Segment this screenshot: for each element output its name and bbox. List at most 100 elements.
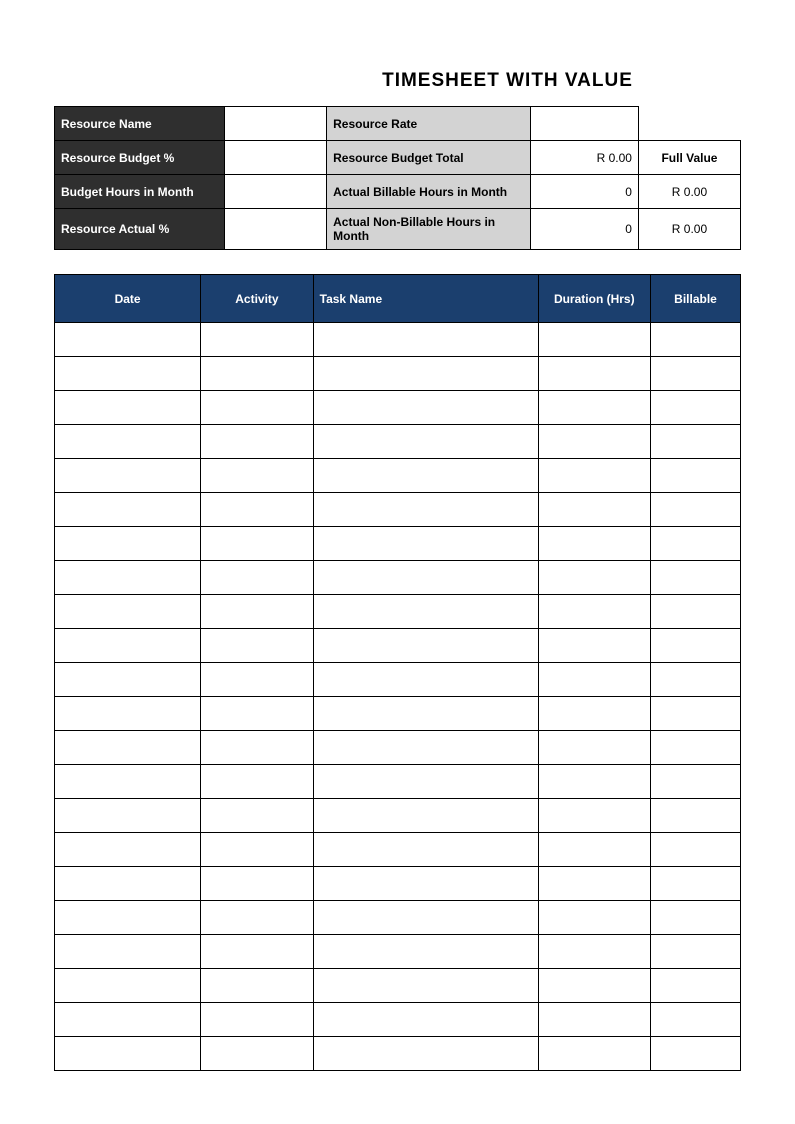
cell-date[interactable] <box>55 697 201 731</box>
cell-activity[interactable] <box>201 663 313 697</box>
cell-duration[interactable] <box>538 1037 650 1071</box>
value-budget-hours[interactable] <box>225 175 327 209</box>
cell-task[interactable] <box>313 697 538 731</box>
cell-date[interactable] <box>55 1003 201 1037</box>
cell-task[interactable] <box>313 391 538 425</box>
cell-task[interactable] <box>313 459 538 493</box>
cell-duration[interactable] <box>538 935 650 969</box>
cell-task[interactable] <box>313 323 538 357</box>
cell-date[interactable] <box>55 731 201 765</box>
cell-duration[interactable] <box>538 969 650 1003</box>
cell-task[interactable] <box>313 425 538 459</box>
cell-date[interactable] <box>55 867 201 901</box>
cell-task[interactable] <box>313 629 538 663</box>
cell-duration[interactable] <box>538 833 650 867</box>
cell-activity[interactable] <box>201 595 313 629</box>
cell-duration[interactable] <box>538 765 650 799</box>
cell-task[interactable] <box>313 765 538 799</box>
cell-duration[interactable] <box>538 425 650 459</box>
cell-task[interactable] <box>313 527 538 561</box>
cell-task[interactable] <box>313 493 538 527</box>
cell-activity[interactable] <box>201 833 313 867</box>
cell-billable[interactable] <box>651 561 741 595</box>
cell-billable[interactable] <box>651 969 741 1003</box>
value-resource-name[interactable] <box>225 107 327 141</box>
cell-date[interactable] <box>55 629 201 663</box>
cell-duration[interactable] <box>538 1003 650 1037</box>
cell-date[interactable] <box>55 969 201 1003</box>
cell-billable[interactable] <box>651 323 741 357</box>
cell-date[interactable] <box>55 527 201 561</box>
cell-billable[interactable] <box>651 697 741 731</box>
cell-date[interactable] <box>55 1037 201 1071</box>
cell-activity[interactable] <box>201 459 313 493</box>
cell-billable[interactable] <box>651 357 741 391</box>
cell-date[interactable] <box>55 935 201 969</box>
cell-date[interactable] <box>55 425 201 459</box>
cell-billable[interactable] <box>651 493 741 527</box>
cell-billable[interactable] <box>651 765 741 799</box>
cell-task[interactable] <box>313 901 538 935</box>
value-resource-budget-pct[interactable] <box>225 141 327 175</box>
cell-date[interactable] <box>55 595 201 629</box>
cell-duration[interactable] <box>538 357 650 391</box>
cell-duration[interactable] <box>538 459 650 493</box>
cell-task[interactable] <box>313 1037 538 1071</box>
cell-duration[interactable] <box>538 663 650 697</box>
cell-billable[interactable] <box>651 1003 741 1037</box>
cell-date[interactable] <box>55 357 201 391</box>
cell-billable[interactable] <box>651 459 741 493</box>
cell-duration[interactable] <box>538 323 650 357</box>
cell-activity[interactable] <box>201 527 313 561</box>
cell-activity[interactable] <box>201 969 313 1003</box>
cell-activity[interactable] <box>201 867 313 901</box>
cell-billable[interactable] <box>651 833 741 867</box>
cell-date[interactable] <box>55 493 201 527</box>
cell-duration[interactable] <box>538 493 650 527</box>
cell-activity[interactable] <box>201 425 313 459</box>
cell-task[interactable] <box>313 969 538 1003</box>
cell-duration[interactable] <box>538 799 650 833</box>
cell-billable[interactable] <box>651 1037 741 1071</box>
cell-activity[interactable] <box>201 765 313 799</box>
cell-date[interactable] <box>55 459 201 493</box>
cell-activity[interactable] <box>201 561 313 595</box>
cell-date[interactable] <box>55 901 201 935</box>
cell-duration[interactable] <box>538 867 650 901</box>
cell-activity[interactable] <box>201 697 313 731</box>
cell-billable[interactable] <box>651 527 741 561</box>
cell-activity[interactable] <box>201 731 313 765</box>
cell-billable[interactable] <box>651 935 741 969</box>
cell-billable[interactable] <box>651 595 741 629</box>
cell-task[interactable] <box>313 561 538 595</box>
cell-activity[interactable] <box>201 629 313 663</box>
cell-billable[interactable] <box>651 867 741 901</box>
cell-date[interactable] <box>55 765 201 799</box>
cell-task[interactable] <box>313 935 538 969</box>
cell-task[interactable] <box>313 799 538 833</box>
cell-date[interactable] <box>55 323 201 357</box>
cell-task[interactable] <box>313 867 538 901</box>
cell-duration[interactable] <box>538 527 650 561</box>
value-resource-actual-pct[interactable] <box>225 209 327 250</box>
cell-duration[interactable] <box>538 901 650 935</box>
cell-billable[interactable] <box>651 799 741 833</box>
cell-activity[interactable] <box>201 799 313 833</box>
cell-date[interactable] <box>55 799 201 833</box>
cell-activity[interactable] <box>201 493 313 527</box>
cell-activity[interactable] <box>201 1037 313 1071</box>
cell-task[interactable] <box>313 1003 538 1037</box>
cell-billable[interactable] <box>651 663 741 697</box>
cell-date[interactable] <box>55 561 201 595</box>
cell-date[interactable] <box>55 663 201 697</box>
cell-billable[interactable] <box>651 629 741 663</box>
cell-activity[interactable] <box>201 935 313 969</box>
cell-task[interactable] <box>313 731 538 765</box>
cell-activity[interactable] <box>201 391 313 425</box>
cell-activity[interactable] <box>201 357 313 391</box>
cell-task[interactable] <box>313 357 538 391</box>
cell-duration[interactable] <box>538 595 650 629</box>
cell-task[interactable] <box>313 833 538 867</box>
cell-billable[interactable] <box>651 391 741 425</box>
cell-duration[interactable] <box>538 697 650 731</box>
